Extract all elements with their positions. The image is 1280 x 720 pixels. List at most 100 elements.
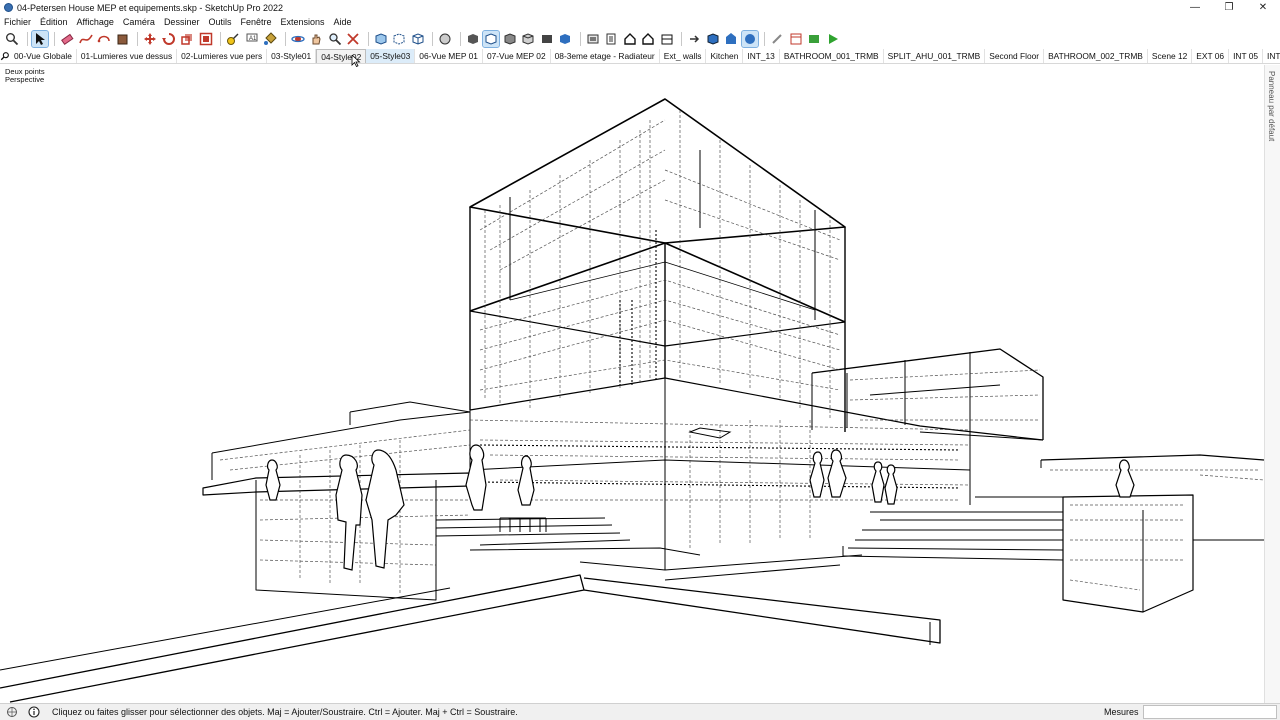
menu-affichage[interactable]: Affichage: [77, 17, 114, 27]
measurements-input[interactable]: [1143, 705, 1277, 719]
menu-aide[interactable]: Aide: [334, 17, 352, 27]
section-cuts-icon[interactable]: [686, 31, 702, 47]
top-view-icon[interactable]: [539, 31, 555, 47]
window-controls: — ❐ ✕: [1178, 0, 1280, 15]
xray-icon[interactable]: [373, 31, 389, 47]
menu-fichier[interactable]: Fichier: [4, 17, 31, 27]
scene-tab[interactable]: 02-Lumieres vue pers: [177, 49, 268, 63]
scene-tab[interactable]: INT 09: [1263, 49, 1280, 63]
pan-icon[interactable]: [308, 31, 324, 47]
minimize-button[interactable]: —: [1178, 0, 1212, 15]
scene-tab[interactable]: 08-3eme etage - Radiateur: [551, 49, 660, 63]
ruby-script-icon[interactable]: [806, 31, 822, 47]
scene-tab[interactable]: 03-Style01: [267, 49, 317, 63]
shaded-icon[interactable]: [465, 31, 481, 47]
wireframe-icon[interactable]: [410, 31, 426, 47]
geolocation-icon[interactable]: [6, 706, 18, 718]
monochrome-icon[interactable]: [502, 31, 518, 47]
tape-measure-icon[interactable]: [225, 31, 241, 47]
scene-tab[interactable]: BATHROOM_002_TRMB: [1044, 49, 1148, 63]
menu-outils[interactable]: Outils: [208, 17, 231, 27]
components-icon[interactable]: [705, 31, 721, 47]
measurements-label: Mesures: [1104, 707, 1139, 717]
scene-tab[interactable]: INT 05: [1229, 49, 1264, 63]
mouse-cursor-icon: [351, 55, 361, 67]
status-hint: Cliquez ou faites glisser pour sélection…: [52, 707, 518, 717]
scene-tabs-bar: 00-Vue Globale 01-Lumieres vue dessus 02-L…: [0, 49, 1280, 64]
toolbar-separator: [579, 32, 581, 46]
default-tray-panel[interactable]: Panneau par défaut: [1264, 65, 1280, 703]
scene-tab[interactable]: BATHROOM_001_TRMB: [780, 49, 884, 63]
scene-tab[interactable]: Kitchen: [706, 49, 744, 63]
eraser-icon[interactable]: [59, 31, 75, 47]
warehouse-icon[interactable]: [723, 31, 739, 47]
scene-tab[interactable]: 01-Lumieres vue dessus: [77, 49, 178, 63]
toolbar-separator: [220, 32, 221, 46]
left-view-icon[interactable]: [622, 31, 638, 47]
zoom-icon[interactable]: [327, 31, 343, 47]
menu-camera[interactable]: Caméra: [123, 17, 155, 27]
right-view-icon[interactable]: [585, 31, 601, 47]
freehand-icon[interactable]: [78, 31, 94, 47]
back-edges-icon[interactable]: [391, 31, 407, 47]
status-bar: Cliquez ou faites glisser pour sélection…: [0, 703, 1280, 720]
toolbar-separator: [26, 32, 28, 46]
toolbar-separator: [432, 32, 433, 46]
sketchup-app-icon: [4, 3, 13, 12]
shape-icon[interactable]: [96, 31, 112, 47]
menu-bar: Fichier Édition Affichage Caméra Dessine…: [0, 15, 1280, 29]
wireframe-drawing: [0, 98, 1264, 703]
rotate-icon[interactable]: [161, 31, 177, 47]
hidden-line-icon[interactable]: [437, 31, 453, 47]
section-plane-icon[interactable]: [640, 31, 656, 47]
paint-bucket-icon[interactable]: [115, 31, 131, 47]
scene-tab[interactable]: SPLIT_AHU_001_TRMB: [884, 49, 986, 63]
scene-tab[interactable]: Ext_ walls: [660, 49, 707, 63]
front-view-icon[interactable]: [557, 31, 573, 47]
model-viewport[interactable]: Deux points Perspective: [0, 65, 1264, 703]
maximize-button[interactable]: ❐: [1212, 0, 1246, 15]
svg-text:A1: A1: [249, 36, 257, 42]
iso-view-icon[interactable]: [520, 31, 536, 47]
default-tray-label: Panneau par défaut: [1267, 71, 1276, 142]
textured-icon[interactable]: [482, 30, 500, 48]
text-icon[interactable]: A1: [244, 31, 260, 47]
move-icon[interactable]: [142, 31, 158, 47]
scale-icon[interactable]: [179, 31, 195, 47]
ruby-console-icon[interactable]: [788, 31, 804, 47]
window-title: 04-Petersen House MEP et equipements.skp…: [17, 2, 283, 13]
section-fill-icon[interactable]: [659, 31, 675, 47]
scene-tab[interactable]: 07-Vue MEP 02: [483, 49, 551, 63]
paint-icon[interactable]: [262, 31, 278, 47]
scene-tab[interactable]: 06-Vue MEP 01: [415, 49, 483, 63]
menu-extensions[interactable]: Extensions: [281, 17, 325, 27]
scene-tab[interactable]: EXT 06: [1192, 49, 1230, 63]
menu-fenetre[interactable]: Fenêtre: [240, 17, 271, 27]
toolbar-separator: [367, 32, 369, 46]
scene-tab[interactable]: Second Floor: [985, 49, 1045, 63]
info-icon[interactable]: [28, 706, 40, 718]
scene-tab[interactable]: INT_13: [743, 49, 780, 63]
select-arrow-icon[interactable]: [30, 30, 49, 48]
scene-tab-list: 00-Vue Globale 01-Lumieres vue dessus 02-L…: [10, 49, 1280, 63]
back-view-icon[interactable]: [603, 31, 619, 47]
toolbar-separator: [137, 32, 138, 46]
orbit-icon[interactable]: [290, 31, 306, 47]
close-button[interactable]: ✕: [1246, 0, 1280, 15]
toolbar-separator: [54, 32, 55, 46]
menu-dessiner[interactable]: Dessiner: [164, 17, 200, 27]
ruby-icon[interactable]: [769, 31, 785, 47]
play-icon[interactable]: [825, 31, 841, 47]
main-toolbar: A1: [0, 29, 1280, 49]
scene-tab[interactable]: 05-Style03: [366, 49, 416, 63]
toolbar-separator: [459, 32, 461, 46]
menu-edition[interactable]: Édition: [40, 17, 68, 27]
scene-search-icon[interactable]: [0, 49, 10, 64]
offset-icon[interactable]: [198, 31, 214, 47]
scene-tab[interactable]: 00-Vue Globale: [10, 49, 77, 63]
scene-tab[interactable]: Scene 12: [1148, 49, 1193, 63]
extension-icon[interactable]: [740, 30, 759, 48]
zoom-extents-icon[interactable]: [345, 31, 361, 47]
magnifier-icon[interactable]: [4, 31, 20, 47]
title-bar: 04-Petersen House MEP et equipements.skp…: [0, 0, 1280, 15]
